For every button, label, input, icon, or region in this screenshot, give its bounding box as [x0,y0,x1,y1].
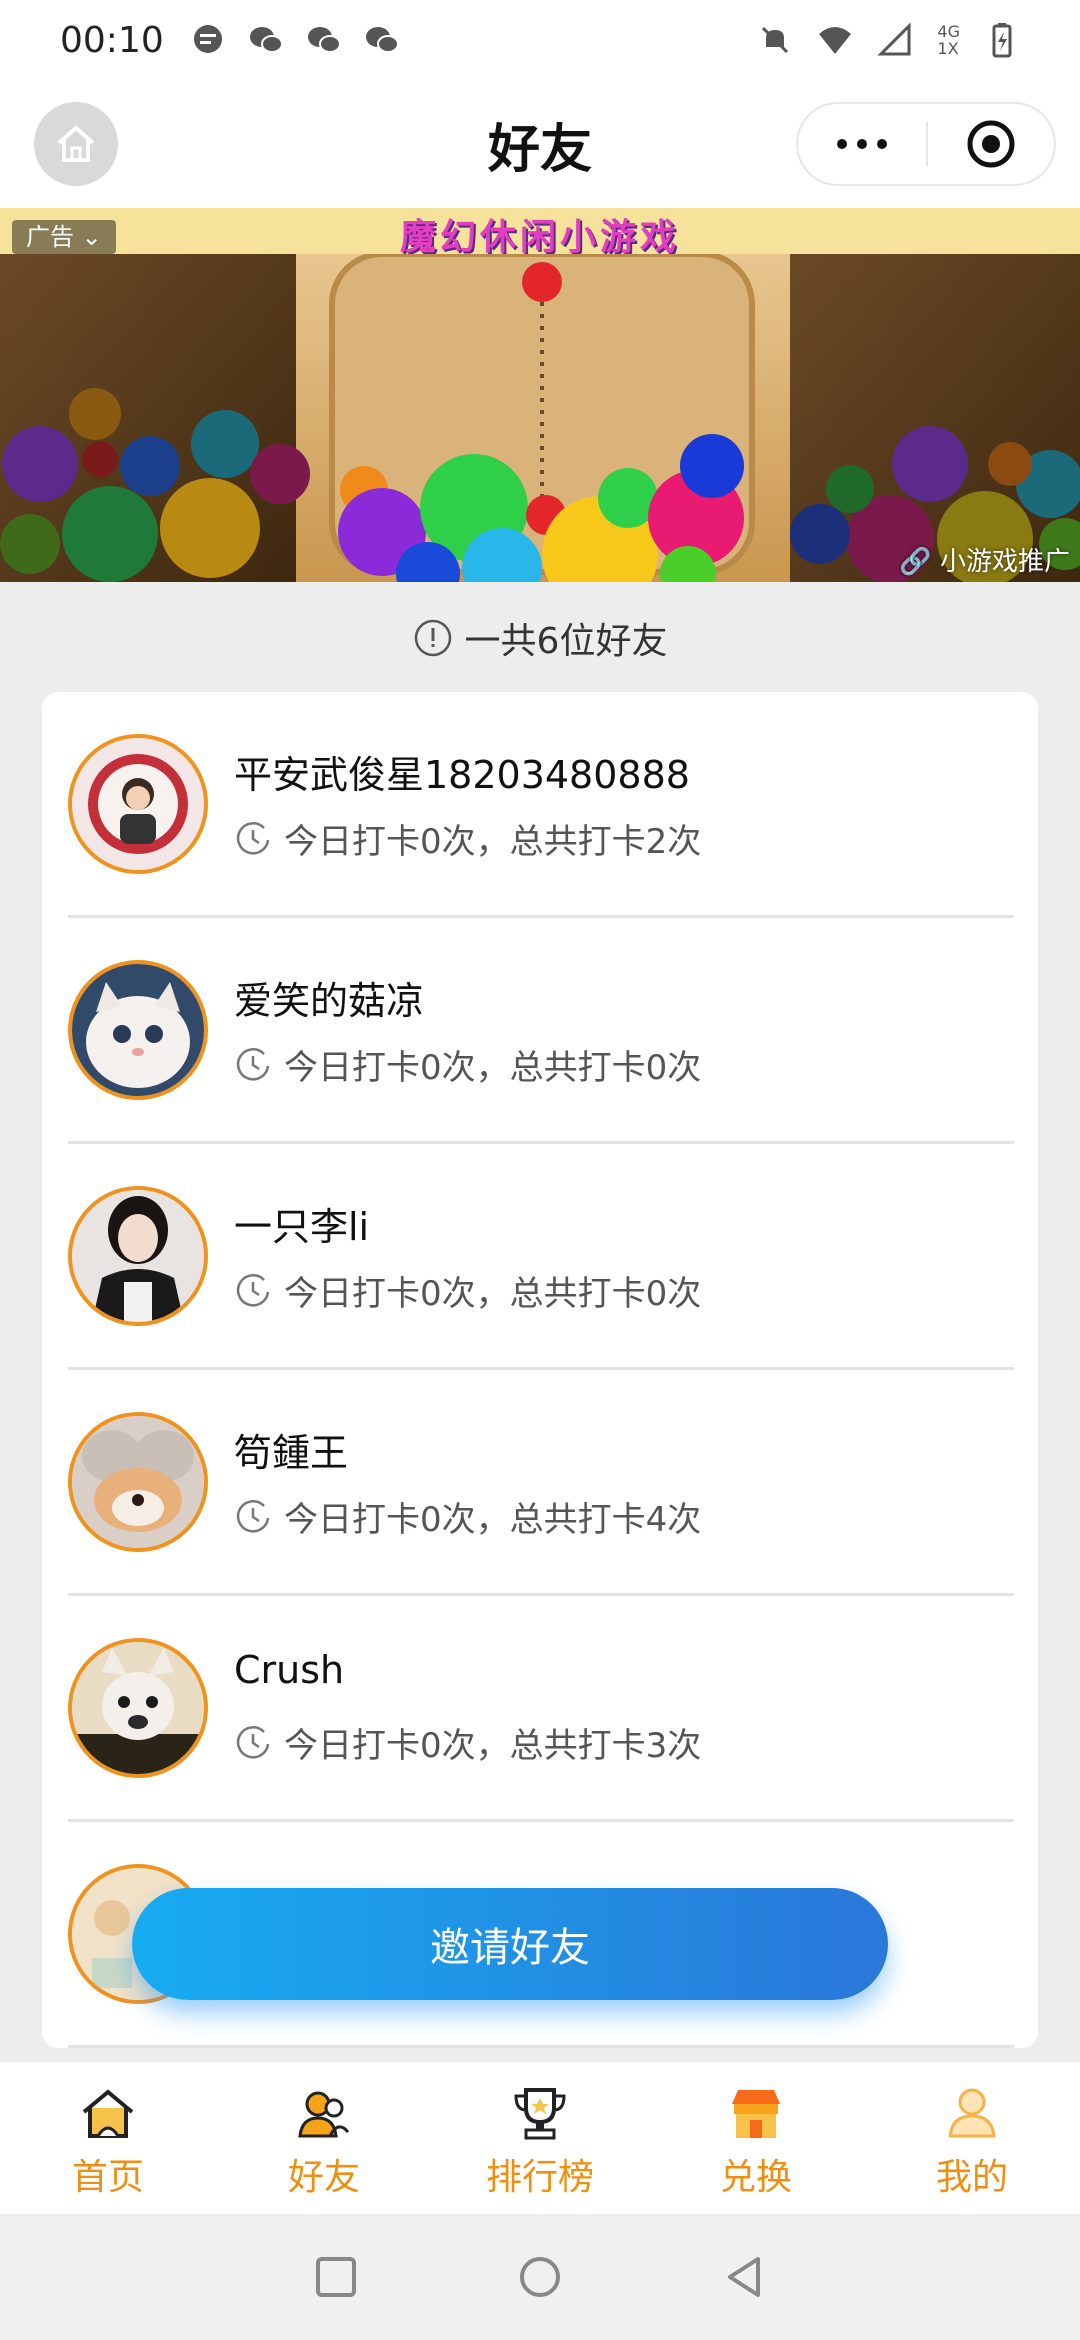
friend-name: 爱笑的菇凉 [234,979,425,1023]
network-type: 4G 1X [937,22,960,58]
message-icon [193,25,222,53]
mini-program-capsule [796,102,1056,186]
friend-name: 平安武俊星18203480888 [234,753,690,797]
home-icon [57,125,95,162]
status-time: 00:10 [60,19,164,61]
info-icon [414,619,451,657]
wechat-icon [249,27,283,53]
friend-count-info: 一共6位好友 [0,612,1080,664]
mute-bell-icon [762,26,789,54]
list-item[interactable]: Crush 今日打卡0次，总共打卡3次 [68,1596,1014,1822]
list-item[interactable]: 爱笑的菇凉 今日打卡0次，总共打卡0次 [68,918,1014,1144]
friend-name: 一只李li [234,1205,370,1249]
avatar [68,1186,208,1326]
avatar [68,1412,208,1552]
clock-icon [236,1273,270,1307]
ad-banner[interactable]: 魔幻休闲小游戏 广告 ⌄ 🔗 小游戏推广 [0,208,1080,582]
page-title: 好友 [487,119,592,180]
wechat-icon [307,27,341,53]
avatar [68,1638,208,1778]
close-target-icon [967,120,1015,168]
tab-friends[interactable]: 好友 [216,2086,432,2200]
system-status-icons: 4G 1X [757,22,1020,58]
status-bar: 00:10 4G 1X [0,0,1080,80]
wifi-icon [819,27,852,54]
wechat-icon [365,27,399,53]
tab-label: 好友 [287,2157,360,2198]
nav-bar: 好友 [0,80,1080,208]
system-nav-bar [0,2214,1080,2340]
close-button[interactable] [928,118,1054,170]
invite-friends-button[interactable]: 邀请好友 [132,1888,888,2000]
tab-leaderboard[interactable]: 排行榜 [432,2086,648,2200]
back-icon[interactable] [722,2255,766,2299]
friend-name: 笱鍾王 [234,1431,349,1475]
friend-count-text: 一共6位好友 [464,621,668,662]
more-dots-icon [837,139,847,149]
list-item[interactable]: 一只李li 今日打卡0次，总共打卡0次 [68,1144,1014,1370]
home-icon [82,2089,134,2138]
friends-icon [298,2091,350,2138]
clock-icon [236,1499,270,1533]
tab-label: 首页 [71,2157,144,2198]
tab-label: 我的 [935,2157,1008,2198]
ad-title: 魔幻休闲小游戏 [399,217,680,258]
signal-icon [877,22,911,56]
friend-name: Crush [234,1648,345,1692]
clock-icon [236,821,270,855]
list-item[interactable]: 平安武俊星18203480888 今日打卡0次，总共打卡2次 [68,692,1014,918]
list-item[interactable]: 笱鍾王 今日打卡0次，总共打卡4次 [68,1370,1014,1596]
avatar [68,734,208,874]
tab-bar: 首页 好友 排行榜 兑换 我的 [0,2062,1080,2214]
friend-stats: 今日打卡0次，总共打卡0次 [234,1040,701,1089]
ad-game-image [0,254,1080,582]
tab-label: 排行榜 [485,2157,594,2198]
tab-exchange[interactable]: 兑换 [648,2086,864,2200]
tab-home[interactable]: 首页 [0,2086,216,2200]
friend-stats: 今日打卡0次，总共打卡3次 [234,1718,701,1767]
friend-stats: 今日打卡0次，总共打卡0次 [234,1266,701,1315]
profile-icon [948,2088,996,2138]
more-button[interactable] [798,139,926,149]
friends-list: 平安武俊星18203480888 今日打卡0次，总共打卡2次 爱笑的菇凉 今日打… [42,692,1038,2048]
ad-label[interactable]: 广告 ⌄ [12,220,116,254]
shop-icon [732,2090,780,2138]
ad-promo-text: 🔗 小游戏推广 [899,547,1070,577]
clock-icon [236,1725,270,1759]
home-circle-icon[interactable] [518,2255,562,2299]
clock-icon [236,1047,270,1081]
tab-label: 兑换 [719,2157,792,2198]
home-button[interactable] [34,102,118,186]
friend-stats: 今日打卡0次，总共打卡2次 [234,814,701,863]
trophy-icon [514,2088,566,2140]
battery-icon [992,23,1012,58]
recent-apps-icon[interactable] [314,2255,358,2299]
tab-profile[interactable]: 我的 [864,2086,1080,2200]
notification-icons [190,22,400,58]
avatar [68,960,208,1100]
friend-stats: 今日打卡0次，总共打卡4次 [234,1492,701,1541]
